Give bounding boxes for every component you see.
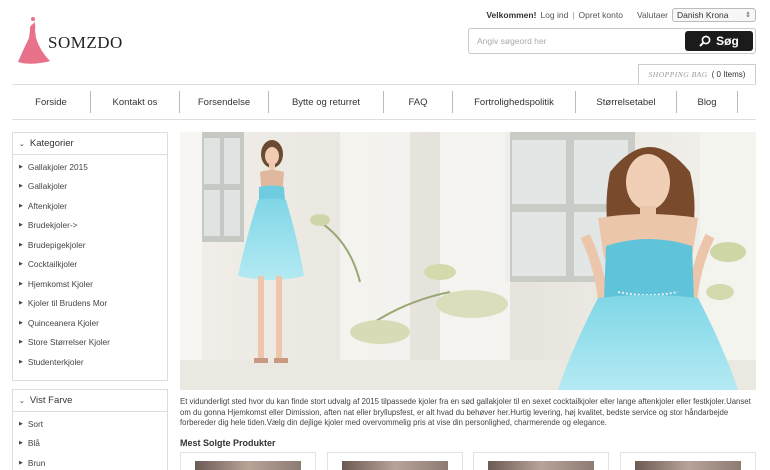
bestseller-list — [180, 452, 756, 470]
cart-count: ( 0 Items) — [711, 70, 746, 79]
bullet-triangle-icon: ▶ — [19, 420, 23, 427]
nav-item-privacy[interactable]: Fortrolighedspolitik — [453, 85, 575, 119]
product-card[interactable] — [180, 452, 316, 470]
main-nav: Forside Kontakt os Forsendelse Bytte og … — [12, 84, 756, 120]
nav-item-faq[interactable]: FAQ — [384, 85, 452, 119]
nav-item-kontakt[interactable]: Kontakt os — [91, 85, 179, 119]
category-label: Brudekjoler-> — [27, 220, 78, 231]
currency-value: Danish Krona — [677, 10, 729, 20]
welcome-text: Velkommen! — [486, 10, 537, 20]
chevron-down-icon: ⌄ — [19, 140, 25, 148]
login-link[interactable]: Log ind — [540, 10, 568, 20]
bullet-triangle-icon: ▶ — [19, 280, 23, 287]
bullet-triangle-icon: ▶ — [19, 163, 23, 170]
category-item[interactable]: ▶ Studenterkjoler — [13, 352, 167, 372]
hero-banner[interactable] — [180, 132, 756, 390]
category-label: Cocktailkjoler — [27, 259, 78, 270]
category-label: Store Størrelser Kjoler — [27, 337, 110, 348]
nav-divider — [737, 91, 738, 113]
product-image — [634, 461, 741, 470]
color-item[interactable]: ▶ Brun — [13, 453, 167, 470]
bullet-triangle-icon: ▶ — [19, 300, 23, 307]
category-label: Gallakjoler — [27, 181, 68, 192]
magnifier-icon — [699, 35, 711, 47]
category-label: Kjoler til Brudens Mor — [27, 298, 108, 309]
category-label: Brudepigekjoler — [27, 239, 86, 250]
color-label: Brun — [27, 457, 46, 468]
bullet-triangle-icon: ▶ — [19, 261, 23, 268]
bullet-triangle-icon: ▶ — [19, 358, 23, 365]
category-list: ▶ Gallakjoler 2015 ▶ Gallakjoler ▶ Aftenkjo… — [13, 155, 167, 372]
categories-title: Kategorier — [29, 138, 74, 149]
nav-item-blog[interactable]: Blog — [677, 85, 737, 119]
bullet-triangle-icon: ▶ — [19, 440, 23, 447]
category-item[interactable]: ▶ Aftenkjoler — [13, 196, 167, 216]
color-list: ▶ Sort ▶ Blå ▶ Brun — [13, 412, 167, 470]
shopping-bag-label: SHOPPING BAG — [648, 70, 708, 79]
categories-panel: ⌄ Kategorier ▶ Gallakjoler 2015 ▶ Gallakjo… — [12, 132, 168, 381]
bestsellers-title: Mest Solgte Produkter — [180, 438, 276, 448]
category-item[interactable]: ▶ Hjemkomst Kjoler — [13, 274, 167, 294]
bullet-triangle-icon: ▶ — [19, 339, 23, 346]
separator: | — [572, 10, 575, 20]
colors-header[interactable]: ⌄ Vist Farve — [13, 390, 167, 412]
dress-logo-icon — [18, 17, 50, 64]
category-label: Hjemkomst Kjoler — [27, 278, 93, 289]
color-item[interactable]: ▶ Sort — [13, 414, 167, 434]
category-item[interactable]: ▶ Brudepigekjoler — [13, 235, 167, 255]
shop-description: Et vidunderligt sted hvor du kan finde s… — [180, 397, 751, 427]
nav-item-forside[interactable]: Forside — [12, 85, 90, 119]
category-label: Aftenkjoler — [27, 200, 68, 211]
search-button-label: Søg — [716, 34, 739, 48]
bullet-triangle-icon: ▶ — [19, 459, 23, 466]
category-item[interactable]: ▶ Kjoler til Brudens Mor — [13, 294, 167, 314]
nav-item-bytte[interactable]: Bytte og returret — [269, 85, 383, 119]
product-card[interactable] — [326, 452, 463, 470]
category-item[interactable]: ▶ Brudekjoler-> — [13, 216, 167, 236]
category-item[interactable]: ▶ Quinceanera Kjoler — [13, 313, 167, 333]
colors-title: Vist Farve — [29, 395, 73, 406]
color-item[interactable]: ▶ Blå — [13, 434, 167, 454]
register-link[interactable]: Opret konto — [579, 10, 623, 20]
product-image — [195, 461, 301, 470]
product-card[interactable] — [473, 452, 610, 470]
category-item[interactable]: ▶ Store Størrelser Kjoler — [13, 333, 167, 353]
category-label: Gallakjoler 2015 — [27, 161, 88, 172]
nav-item-forsendelse[interactable]: Forsendelse — [180, 85, 268, 119]
product-image — [488, 461, 595, 470]
banner-image — [180, 132, 756, 390]
bullet-triangle-icon: ▶ — [19, 183, 23, 190]
currency-select[interactable]: Danish Krona ⇕ — [672, 8, 756, 22]
category-label: Quinceanera Kjoler — [27, 317, 99, 328]
colors-panel: ⌄ Vist Farve ▶ Sort ▶ Blå ▶ Brun — [12, 389, 168, 470]
category-item[interactable]: ▶ Gallakjoler 2015 — [13, 157, 167, 177]
shopping-bag[interactable]: SHOPPING BAG ( 0 Items) — [638, 64, 756, 84]
bullet-triangle-icon: ▶ — [19, 222, 23, 229]
bullet-triangle-icon: ▶ — [19, 202, 23, 209]
nav-item-size-chart[interactable]: Størrelsetabel — [576, 85, 676, 119]
brand-name: SOMZDO — [48, 33, 123, 52]
currency-label: Valutaer — [636, 10, 668, 20]
chevron-down-icon: ⌄ — [19, 397, 25, 405]
search-bar: Angiv søgeord her Søg — [468, 28, 756, 54]
category-item[interactable]: ▶ Cocktailkjoler — [13, 255, 167, 275]
logo[interactable]: SOMZDO — [16, 14, 136, 66]
bullet-triangle-icon: ▶ — [19, 241, 23, 248]
category-item[interactable]: ▶ Gallakjoler — [13, 177, 167, 197]
categories-header[interactable]: ⌄ Kategorier — [13, 133, 167, 155]
color-label: Sort — [27, 418, 44, 429]
search-input[interactable]: Angiv søgeord her — [471, 36, 685, 46]
category-label: Studenterkjoler — [27, 356, 84, 367]
product-card[interactable] — [619, 452, 756, 470]
account-bar: Velkommen! Log ind | Opret konto Valutae… — [486, 8, 756, 22]
bullet-triangle-icon: ▶ — [19, 319, 23, 326]
select-arrows-icon: ⇕ — [745, 12, 751, 19]
color-label: Blå — [27, 438, 40, 449]
product-image — [341, 461, 448, 470]
search-button[interactable]: Søg — [685, 31, 753, 51]
